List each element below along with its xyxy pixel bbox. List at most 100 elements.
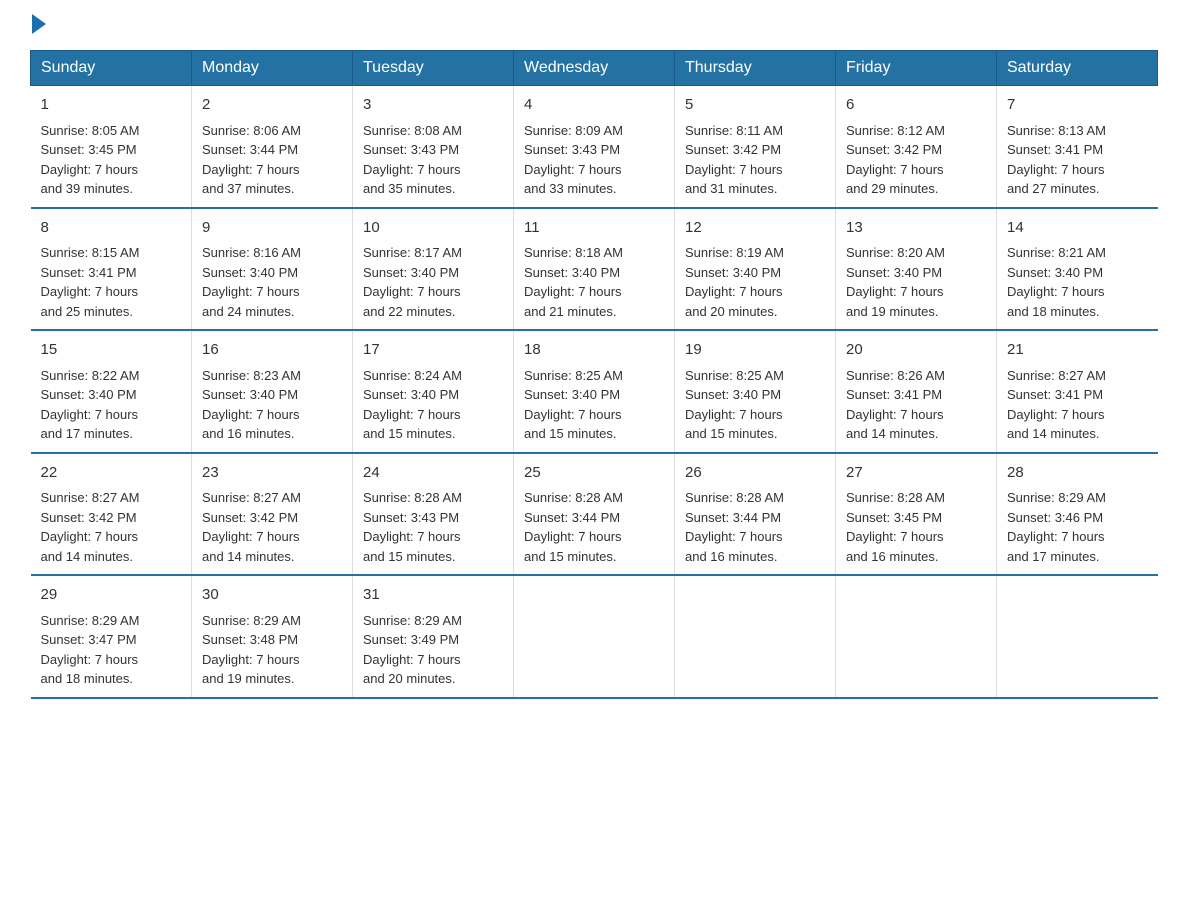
daylight-minutes: and 16 minutes. <box>846 549 939 564</box>
day-number: 28 <box>1007 462 1148 485</box>
sunrise-info: Sunrise: 8:12 AM <box>846 123 945 138</box>
sunrise-info: Sunrise: 8:08 AM <box>363 123 462 138</box>
sunrise-info: Sunrise: 8:20 AM <box>846 245 945 260</box>
sunrise-info: Sunrise: 8:25 AM <box>685 368 784 383</box>
calendar-cell: 17 Sunrise: 8:24 AM Sunset: 3:40 PM Dayl… <box>353 330 514 453</box>
calendar-cell: 24 Sunrise: 8:28 AM Sunset: 3:43 PM Dayl… <box>353 453 514 576</box>
calendar-cell: 18 Sunrise: 8:25 AM Sunset: 3:40 PM Dayl… <box>514 330 675 453</box>
daylight-minutes: and 16 minutes. <box>685 549 778 564</box>
day-number: 1 <box>41 94 182 117</box>
daylight-minutes: and 22 minutes. <box>363 304 456 319</box>
sunrise-info: Sunrise: 8:28 AM <box>363 490 462 505</box>
daylight-info: Daylight: 7 hours <box>363 529 461 544</box>
logo <box>30 20 46 34</box>
page-header <box>30 20 1158 34</box>
sunrise-info: Sunrise: 8:21 AM <box>1007 245 1106 260</box>
week-row-4: 22 Sunrise: 8:27 AM Sunset: 3:42 PM Dayl… <box>31 453 1158 576</box>
daylight-info: Daylight: 7 hours <box>685 162 783 177</box>
daylight-minutes: and 18 minutes. <box>41 671 134 686</box>
sunset-info: Sunset: 3:47 PM <box>41 632 137 647</box>
sunset-info: Sunset: 3:42 PM <box>685 142 781 157</box>
day-number: 11 <box>524 217 664 240</box>
sunset-info: Sunset: 3:40 PM <box>685 387 781 402</box>
sunrise-info: Sunrise: 8:27 AM <box>1007 368 1106 383</box>
daylight-minutes: and 15 minutes. <box>524 549 617 564</box>
sunset-info: Sunset: 3:49 PM <box>363 632 459 647</box>
sunrise-info: Sunrise: 8:29 AM <box>41 613 140 628</box>
calendar-cell: 12 Sunrise: 8:19 AM Sunset: 3:40 PM Dayl… <box>675 208 836 331</box>
calendar-cell: 14 Sunrise: 8:21 AM Sunset: 3:40 PM Dayl… <box>997 208 1158 331</box>
calendar-cell: 27 Sunrise: 8:28 AM Sunset: 3:45 PM Dayl… <box>836 453 997 576</box>
day-number: 26 <box>685 462 825 485</box>
daylight-info: Daylight: 7 hours <box>202 284 300 299</box>
calendar-cell <box>836 575 997 698</box>
sunrise-info: Sunrise: 8:29 AM <box>363 613 462 628</box>
logo-arrow-icon <box>32 14 46 34</box>
sunset-info: Sunset: 3:42 PM <box>846 142 942 157</box>
day-number: 22 <box>41 462 182 485</box>
calendar-cell: 20 Sunrise: 8:26 AM Sunset: 3:41 PM Dayl… <box>836 330 997 453</box>
daylight-minutes: and 14 minutes. <box>202 549 295 564</box>
sunset-info: Sunset: 3:43 PM <box>524 142 620 157</box>
calendar-cell: 2 Sunrise: 8:06 AM Sunset: 3:44 PM Dayli… <box>192 86 353 208</box>
day-number: 17 <box>363 339 503 362</box>
daylight-info: Daylight: 7 hours <box>685 284 783 299</box>
sunrise-info: Sunrise: 8:22 AM <box>41 368 140 383</box>
sunset-info: Sunset: 3:42 PM <box>202 510 298 525</box>
sunrise-info: Sunrise: 8:15 AM <box>41 245 140 260</box>
daylight-minutes: and 18 minutes. <box>1007 304 1100 319</box>
sunset-info: Sunset: 3:40 PM <box>524 265 620 280</box>
daylight-minutes: and 29 minutes. <box>846 181 939 196</box>
calendar-cell: 8 Sunrise: 8:15 AM Sunset: 3:41 PM Dayli… <box>31 208 192 331</box>
day-number: 27 <box>846 462 986 485</box>
calendar-cell <box>675 575 836 698</box>
weekday-header-row: SundayMondayTuesdayWednesdayThursdayFrid… <box>31 51 1158 86</box>
calendar-cell: 26 Sunrise: 8:28 AM Sunset: 3:44 PM Dayl… <box>675 453 836 576</box>
sunset-info: Sunset: 3:42 PM <box>41 510 137 525</box>
sunset-info: Sunset: 3:44 PM <box>202 142 298 157</box>
sunset-info: Sunset: 3:41 PM <box>41 265 137 280</box>
sunrise-info: Sunrise: 8:29 AM <box>1007 490 1106 505</box>
weekday-header-saturday: Saturday <box>997 51 1158 86</box>
week-row-1: 1 Sunrise: 8:05 AM Sunset: 3:45 PM Dayli… <box>31 86 1158 208</box>
daylight-minutes: and 24 minutes. <box>202 304 295 319</box>
sunrise-info: Sunrise: 8:27 AM <box>202 490 301 505</box>
week-row-5: 29 Sunrise: 8:29 AM Sunset: 3:47 PM Dayl… <box>31 575 1158 698</box>
sunrise-info: Sunrise: 8:09 AM <box>524 123 623 138</box>
day-number: 12 <box>685 217 825 240</box>
sunrise-info: Sunrise: 8:28 AM <box>524 490 623 505</box>
calendar-cell <box>997 575 1158 698</box>
daylight-info: Daylight: 7 hours <box>202 529 300 544</box>
sunset-info: Sunset: 3:44 PM <box>524 510 620 525</box>
sunrise-info: Sunrise: 8:28 AM <box>685 490 784 505</box>
daylight-info: Daylight: 7 hours <box>685 529 783 544</box>
sunset-info: Sunset: 3:41 PM <box>846 387 942 402</box>
day-number: 18 <box>524 339 664 362</box>
daylight-info: Daylight: 7 hours <box>41 407 139 422</box>
sunrise-info: Sunrise: 8:05 AM <box>41 123 140 138</box>
daylight-info: Daylight: 7 hours <box>846 529 944 544</box>
daylight-info: Daylight: 7 hours <box>363 652 461 667</box>
day-number: 20 <box>846 339 986 362</box>
sunrise-info: Sunrise: 8:11 AM <box>685 123 783 138</box>
sunset-info: Sunset: 3:40 PM <box>1007 265 1103 280</box>
sunrise-info: Sunrise: 8:24 AM <box>363 368 462 383</box>
day-number: 9 <box>202 217 342 240</box>
daylight-info: Daylight: 7 hours <box>846 407 944 422</box>
sunset-info: Sunset: 3:40 PM <box>685 265 781 280</box>
calendar-cell: 31 Sunrise: 8:29 AM Sunset: 3:49 PM Dayl… <box>353 575 514 698</box>
calendar-cell: 15 Sunrise: 8:22 AM Sunset: 3:40 PM Dayl… <box>31 330 192 453</box>
daylight-info: Daylight: 7 hours <box>1007 284 1105 299</box>
weekday-header-wednesday: Wednesday <box>514 51 675 86</box>
daylight-info: Daylight: 7 hours <box>41 162 139 177</box>
day-number: 10 <box>363 217 503 240</box>
daylight-info: Daylight: 7 hours <box>685 407 783 422</box>
day-number: 6 <box>846 94 986 117</box>
daylight-info: Daylight: 7 hours <box>846 284 944 299</box>
daylight-info: Daylight: 7 hours <box>202 652 300 667</box>
calendar-cell: 25 Sunrise: 8:28 AM Sunset: 3:44 PM Dayl… <box>514 453 675 576</box>
daylight-info: Daylight: 7 hours <box>524 407 622 422</box>
sunrise-info: Sunrise: 8:19 AM <box>685 245 784 260</box>
sunset-info: Sunset: 3:40 PM <box>202 265 298 280</box>
calendar-cell: 10 Sunrise: 8:17 AM Sunset: 3:40 PM Dayl… <box>353 208 514 331</box>
